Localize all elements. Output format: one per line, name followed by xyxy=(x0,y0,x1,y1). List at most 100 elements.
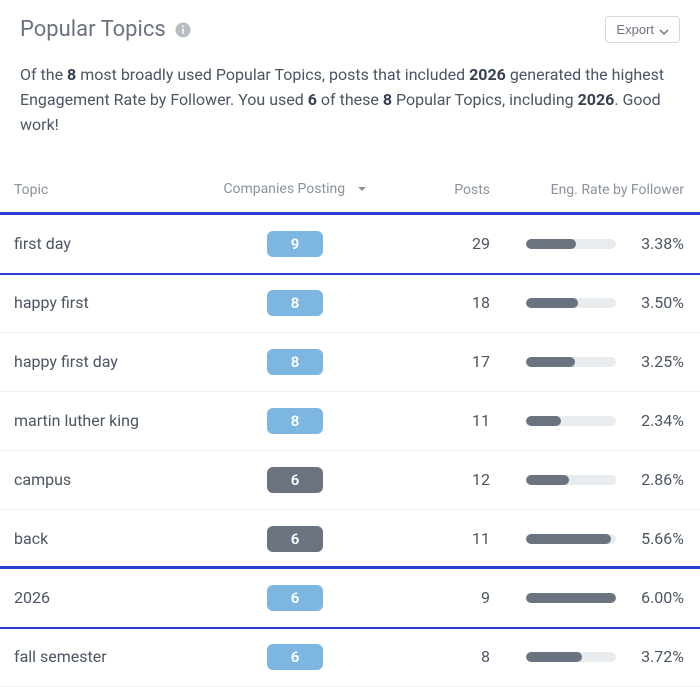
companies-cell: 6 xyxy=(200,568,390,627)
companies-pill: 6 xyxy=(267,526,323,552)
posts-value: 11 xyxy=(472,529,490,548)
companies-pill: 6 xyxy=(267,585,323,611)
table-header-row: Topic Companies Posting Posts Eng. Rate … xyxy=(0,165,700,214)
topic-label: martin luther king xyxy=(14,411,139,430)
posts-cell: 18 xyxy=(390,273,500,332)
companies-pill: 6 xyxy=(267,644,323,670)
summary-part: most broadly used Popular Topics, posts … xyxy=(76,65,469,84)
rate-bar xyxy=(526,357,616,367)
rate-bar-fill xyxy=(526,357,575,367)
popular-topics-card: Popular Topics Export Of the 8 most broa… xyxy=(0,0,700,687)
chevron-down-icon xyxy=(659,25,669,35)
rate-bar-fill xyxy=(526,475,569,485)
posts-value: 9 xyxy=(481,588,490,607)
posts-value: 11 xyxy=(472,411,490,430)
col-header-topic[interactable]: Topic xyxy=(0,165,200,214)
posts-value: 18 xyxy=(472,293,490,312)
summary-part: Of the xyxy=(20,65,67,84)
table-row[interactable]: martin luther king8112.34% xyxy=(0,391,700,450)
col-header-companies[interactable]: Companies Posting xyxy=(200,165,390,214)
topic-cell: martin luther king xyxy=(0,391,200,450)
info-icon[interactable] xyxy=(174,21,192,39)
rate-bar-fill xyxy=(526,593,616,603)
posts-value: 17 xyxy=(472,352,490,371)
topic-cell: happy first xyxy=(0,273,200,332)
summary-bold: 2026 xyxy=(578,90,615,109)
topic-label: back xyxy=(14,529,48,548)
summary-part: of these xyxy=(317,90,383,109)
companies-cell: 6 xyxy=(200,627,390,686)
companies-pill: 6 xyxy=(267,467,323,493)
card-title: Popular Topics xyxy=(20,17,166,42)
posts-cell: 8 xyxy=(390,627,500,686)
topic-cell: back xyxy=(0,509,200,568)
rate-cell: 6.00% xyxy=(500,568,700,627)
posts-cell: 12 xyxy=(390,450,500,509)
posts-cell: 11 xyxy=(390,391,500,450)
sort-desc-icon xyxy=(357,182,367,198)
topic-label: happy first day xyxy=(14,352,118,371)
rate-bar-fill xyxy=(526,239,576,249)
rate-value: 3.50% xyxy=(630,293,684,312)
companies-pill: 8 xyxy=(267,408,323,434)
topic-cell: campus xyxy=(0,450,200,509)
topic-label: happy first xyxy=(14,293,89,312)
rate-cell: 2.86% xyxy=(500,450,700,509)
rate-cell: 3.72% xyxy=(500,627,700,686)
table-row[interactable]: campus 6 12 2.86% xyxy=(0,450,700,509)
export-button[interactable]: Export xyxy=(605,16,680,43)
table-row[interactable]: happy first day 8 17 3.25% xyxy=(0,332,700,391)
rate-bar-fill xyxy=(526,534,611,544)
table-row[interactable]: first day 9 29 3.38% xyxy=(0,214,700,273)
summary-part: Popular Topics, including xyxy=(392,90,578,109)
table-row[interactable]: back 6 11 5.66% xyxy=(0,509,700,568)
companies-pill: 9 xyxy=(267,231,323,257)
table-row[interactable]: fall semester 6 8 3.72% xyxy=(0,627,700,686)
rate-cell: 3.50% xyxy=(500,273,700,332)
rate-value: 3.38% xyxy=(630,234,684,253)
rate-bar xyxy=(526,298,616,308)
rate-value: 2.86% xyxy=(630,470,684,489)
rate-cell: 3.38% xyxy=(500,214,700,273)
col-header-rate[interactable]: Eng. Rate by Follower xyxy=(500,165,700,214)
title-wrap: Popular Topics xyxy=(20,17,192,42)
companies-cell: 8 xyxy=(200,391,390,450)
table-row[interactable]: 2026 6 9 6.00% xyxy=(0,568,700,627)
topic-cell: fall semester xyxy=(0,627,200,686)
rate-bar xyxy=(526,239,616,249)
rate-cell: 5.66% xyxy=(500,509,700,568)
rate-value: 6.00% xyxy=(630,588,684,607)
companies-cell: 9 xyxy=(200,214,390,273)
posts-value: 8 xyxy=(481,647,490,666)
topic-label: fall semester xyxy=(14,647,107,666)
rate-value: 3.25% xyxy=(630,352,684,371)
card-header: Popular Topics Export xyxy=(0,0,700,49)
companies-cell: 6 xyxy=(200,509,390,568)
rate-bar xyxy=(526,475,616,485)
rate-bar xyxy=(526,416,616,426)
topic-cell: 2026 xyxy=(0,568,200,627)
col-header-posts[interactable]: Posts xyxy=(390,165,500,214)
rate-bar-fill xyxy=(526,416,561,426)
posts-cell: 17 xyxy=(390,332,500,391)
export-label: Export xyxy=(616,22,654,37)
rate-bar-fill xyxy=(526,652,582,662)
summary-bold: 6 xyxy=(308,90,317,109)
companies-pill: 8 xyxy=(267,290,323,316)
posts-value: 29 xyxy=(472,234,490,253)
companies-cell: 8 xyxy=(200,332,390,391)
col-header-label: Topic xyxy=(14,182,48,198)
rate-cell: 3.25% xyxy=(500,332,700,391)
col-header-label: Eng. Rate by Follower xyxy=(551,182,684,198)
companies-cell: 6 xyxy=(200,450,390,509)
companies-pill: 8 xyxy=(267,349,323,375)
col-header-label: Posts xyxy=(454,182,490,198)
table-row[interactable]: happy first 8 18 3.50% xyxy=(0,273,700,332)
posts-cell: 29 xyxy=(390,214,500,273)
rate-bar xyxy=(526,534,616,544)
topic-cell: first day xyxy=(0,214,200,273)
posts-cell: 11 xyxy=(390,509,500,568)
rate-value: 3.72% xyxy=(630,647,684,666)
rate-bar xyxy=(526,593,616,603)
summary-text: Of the 8 most broadly used Popular Topic… xyxy=(0,49,700,165)
